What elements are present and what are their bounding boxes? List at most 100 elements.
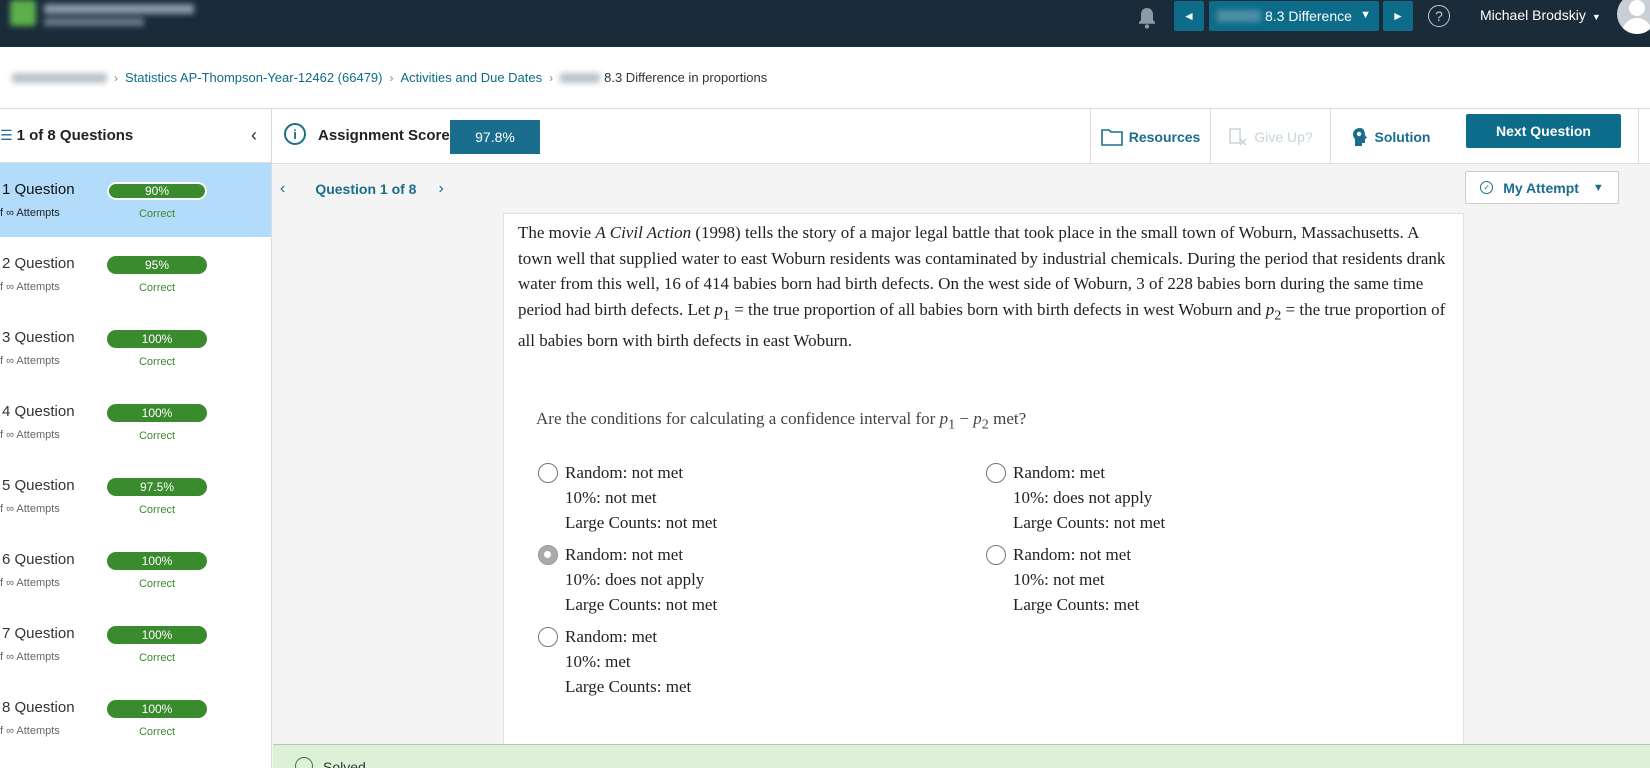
breadcrumb-separator-icon: › [549,70,554,85]
sidebar-question-item[interactable]: 2 Question f ∞ Attempts 95% Correct [0,237,271,311]
breadcrumb-current: 8.3 Difference in proportions [604,70,768,85]
question-card: The movie A Civil Action (1998) tells th… [503,213,1464,768]
give-up-icon [1229,127,1247,146]
info-icon[interactable]: i [284,123,306,145]
resources-button[interactable]: Resources [1090,109,1210,164]
sidebar-question-item[interactable]: 4 Question f ∞ Attempts 100% Correct [0,385,271,459]
breadcrumb-redacted [560,72,601,83]
radio-button[interactable] [538,463,558,483]
caret-down-icon: ▼ [1592,181,1604,194]
radio-button[interactable] [986,545,1006,565]
question-label: 3 Question [2,329,75,346]
assignment-score-value: 97.8% [450,120,540,154]
question-number: Question 1 of 8 [315,181,417,197]
previous-question-icon[interactable]: ‹ [280,180,285,198]
list-icon: ☰ [0,127,13,143]
question-label: 2 Question [2,255,75,272]
collapse-sidebar-icon[interactable]: ‹ [251,125,257,146]
status-label: Correct [138,208,176,220]
sidebar-question-item[interactable]: 8 Question f ∞ Attempts 100% Correct [0,681,271,755]
score-badge: 100% [107,404,207,422]
attempts-label: f ∞ Attempts [0,503,60,515]
next-assignment-button[interactable]: ► [1383,1,1413,31]
status-label: Correct [138,282,176,294]
lightbulb-head-icon [1352,127,1367,146]
radio-button[interactable] [538,627,558,647]
score-badge: 90% [107,182,207,200]
assignment-score-label: Assignment Score: [318,127,455,144]
status-label: Correct [138,726,176,738]
check-circle-icon [295,757,313,768]
attempts-label: f ∞ Attempts [0,725,60,737]
status-label: Correct [138,652,176,664]
sidebar-question-item[interactable]: 1 Question f ∞ Attempts 90% Correct [0,163,271,237]
question-label: 5 Question [2,477,75,494]
next-question-button[interactable]: Next Question [1466,114,1621,148]
toolbar-divider [1638,109,1639,164]
solution-button[interactable]: Solution [1330,109,1450,164]
assignment-select[interactable]: 8.3 Difference ▼ [1209,1,1379,31]
next-question-icon[interactable]: › [438,180,443,198]
question-list: 1 Question f ∞ Attempts 90% Correct 2 Questi… [0,163,271,755]
brand-logo[interactable] [6,0,206,30]
status-label: Correct [138,578,176,590]
avatar[interactable] [1617,0,1650,34]
solved-label: Solved [323,759,366,768]
question-navigation: ‹ Question 1 of 8 › [280,180,444,198]
caret-down-icon: ▼ [1591,12,1601,22]
breadcrumb-activities[interactable]: Activities and Due Dates [401,70,543,85]
radio-button[interactable] [986,463,1006,483]
sidebar-question-item[interactable]: 6 Question f ∞ Attempts 100% Correct [0,533,271,607]
question-label: 1 Question [2,181,75,198]
attempts-label: f ∞ Attempts [0,577,60,589]
help-icon[interactable]: ? [1428,5,1450,27]
status-label: Correct [138,356,176,368]
breadcrumb-home-redacted[interactable] [12,72,107,83]
status-label: Correct [138,430,176,442]
previous-assignment-button[interactable]: ◄ [1174,1,1204,31]
question-label: 4 Question [2,403,75,420]
question-label: 7 Question [2,625,75,642]
user-menu[interactable]: Michael Brodskiy ▼ [1480,7,1601,23]
sidebar-question-item[interactable]: 7 Question f ∞ Attempts 100% Correct [0,607,271,681]
breadcrumb-separator-icon: › [114,70,118,85]
breadcrumb-separator-icon: › [389,70,394,85]
score-badge: 100% [107,700,207,718]
give-up-button[interactable]: Give Up? [1210,109,1330,164]
score-badge: 95% [107,256,207,274]
notification-bell-icon[interactable] [1136,6,1158,30]
score-badge: 100% [107,552,207,570]
question-label: 8 Question [2,699,75,716]
score-badge: 97.5% [107,478,207,496]
check-circle-icon: ✓ [1480,181,1494,194]
assignment-toolbar: i Assignment Score: 97.8% Resources Give… [272,109,1650,164]
question-sidebar: ☰ 1 of 8 Questions ‹ 1 Question f ∞ Attem… [0,109,272,768]
my-attempt-dropdown[interactable]: ✓ My Attempt ▼ [1465,171,1619,204]
sidebar-question-item[interactable]: 5 Question f ∞ Attempts 97.5% Correct [0,459,271,533]
solved-status-bar: Solved [273,744,1650,768]
answer-choice[interactable]: Random: not met 10%: not met Large Count… [986,542,1139,617]
chevron-down-icon: ▼ [1360,9,1371,21]
question-prompt: Are the conditions for calculating a con… [536,409,1027,433]
sidebar-header: ☰ 1 of 8 Questions ‹ [0,109,271,163]
question-area: ‹ Question 1 of 8 › ✓ My Attempt ▼ The m… [272,165,1650,768]
attempts-label: f ∞ Attempts [0,281,60,293]
sidebar-title: 1 of 8 Questions [16,127,134,144]
attempts-label: f ∞ Attempts [0,651,60,663]
answer-choice[interactable]: Random: met 10%: met Large Counts: met [538,624,691,699]
attempts-label: f ∞ Attempts [0,207,60,219]
answer-choice[interactable]: Random: not met 10%: does not apply Larg… [538,542,717,617]
attempts-label: f ∞ Attempts [0,429,60,441]
breadcrumb-course[interactable]: Statistics AP-Thompson-Year-12462 (66479… [125,70,383,85]
answer-choice[interactable]: Random: met 10%: does not apply Large Co… [986,460,1165,535]
answer-choice[interactable]: Random: not met 10%: not met Large Count… [538,460,717,535]
top-navigation-bar: ◄ 8.3 Difference ▼ ► ? Michael Brodskiy ▼ [0,0,1650,47]
status-label: Correct [138,504,176,516]
score-badge: 100% [107,626,207,644]
breadcrumb: › Statistics AP-Thompson-Year-12462 (664… [0,47,1650,109]
radio-button[interactable] [538,545,558,565]
sidebar-question-item[interactable]: 3 Question f ∞ Attempts 100% Correct [0,311,271,385]
attempts-label: f ∞ Attempts [0,355,60,367]
question-label: 6 Question [2,551,75,568]
folder-icon [1100,128,1123,146]
